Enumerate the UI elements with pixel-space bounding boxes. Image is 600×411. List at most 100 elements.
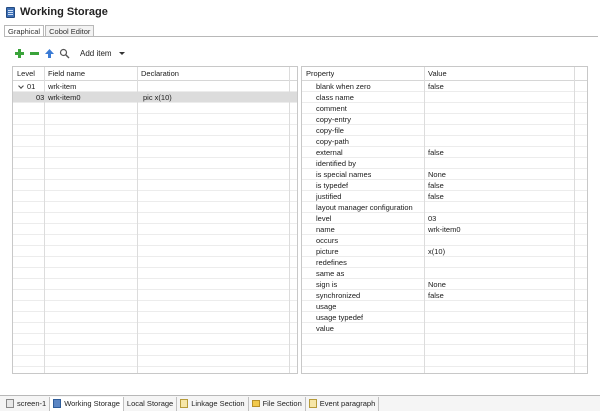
empty-row — [13, 125, 297, 136]
column-header-level[interactable]: Level — [17, 67, 35, 80]
empty-row — [13, 301, 297, 312]
property-name: synchronized — [316, 291, 361, 300]
property-row[interactable]: value — [302, 323, 587, 334]
tab-label: Linkage Section — [191, 399, 245, 408]
property-value[interactable]: false — [428, 147, 444, 157]
property-name: blank when zero — [316, 82, 371, 91]
tab-screen-1[interactable]: screen-1 — [3, 396, 51, 411]
column-divider — [137, 67, 138, 373]
property-value[interactable]: false — [428, 81, 444, 91]
property-name: is typedef — [316, 181, 349, 190]
property-value[interactable]: 03 — [428, 213, 436, 223]
property-name: usage — [316, 302, 337, 311]
move-up-icon[interactable] — [44, 48, 55, 59]
property-value[interactable]: false — [428, 180, 444, 190]
property-name: copy-file — [316, 126, 344, 135]
property-row[interactable]: name wrk-item0 — [302, 224, 587, 235]
tab-label: Event paragraph — [319, 399, 376, 408]
tab-divider — [4, 36, 598, 37]
folder-icon — [251, 400, 260, 407]
column-divider — [44, 67, 45, 373]
empty-row — [13, 180, 297, 191]
add-icon[interactable] — [14, 48, 25, 59]
property-name: sign is — [316, 280, 338, 289]
empty-row — [13, 191, 297, 202]
toolbar: Add item — [14, 46, 125, 60]
table-row[interactable]: 03 wrk-item0 pic x(10) — [13, 92, 297, 103]
property-name: copy-entry — [316, 115, 352, 124]
property-name: layout manager configuration — [316, 203, 413, 212]
property-row[interactable]: comment — [302, 103, 587, 114]
property-row[interactable]: class name — [302, 92, 587, 103]
tab-linkage-section[interactable]: Linkage Section — [177, 396, 249, 411]
empty-row — [13, 136, 297, 147]
empty-row — [13, 367, 297, 373]
paragraph-icon — [308, 399, 317, 408]
tab-local-storage[interactable]: Local Storage — [124, 396, 178, 411]
fields-table-header: Level Field name Declaration — [13, 67, 297, 81]
tab-file-section[interactable]: File Section — [249, 396, 306, 411]
tab-label: screen-1 — [17, 399, 47, 408]
property-value[interactable]: false — [428, 290, 444, 300]
property-row[interactable]: copy-entry — [302, 114, 587, 125]
column-header-field-name[interactable]: Field name — [48, 67, 85, 80]
empty-row — [13, 103, 297, 114]
property-value[interactable]: x(10) — [428, 246, 445, 256]
property-row[interactable]: usage — [302, 301, 587, 312]
empty-row — [13, 257, 297, 268]
property-row[interactable]: usage typedef — [302, 312, 587, 323]
property-name: justified — [316, 192, 342, 201]
chevron-down-icon[interactable] — [118, 51, 125, 55]
linkage-icon — [180, 399, 189, 408]
chevron-down-icon[interactable] — [18, 83, 24, 89]
field-declaration: pic x(10) — [143, 93, 172, 102]
property-name: identified by — [316, 159, 357, 168]
property-row[interactable]: copy-file — [302, 125, 587, 136]
property-name: copy-path — [316, 137, 349, 146]
property-row[interactable]: is typedef false — [302, 180, 587, 191]
empty-row — [13, 202, 297, 213]
property-value[interactable]: None — [428, 279, 446, 289]
empty-row — [302, 356, 587, 367]
property-row[interactable]: occurs — [302, 235, 587, 246]
property-row[interactable]: justified false — [302, 191, 587, 202]
field-level: 01 — [27, 82, 36, 91]
empty-row — [13, 235, 297, 246]
column-header-declaration[interactable]: Declaration — [141, 67, 179, 80]
add-item-button[interactable]: Add item — [80, 49, 112, 58]
property-row[interactable]: level 03 — [302, 213, 587, 224]
tab-label: Local Storage — [126, 399, 174, 408]
page-title: Working Storage — [20, 6, 108, 18]
remove-icon[interactable] — [29, 48, 40, 59]
empty-row — [302, 334, 587, 345]
property-row[interactable]: identified by — [302, 158, 587, 169]
property-row[interactable]: sign is None — [302, 279, 587, 290]
property-value[interactable]: None — [428, 169, 446, 179]
property-row[interactable]: layout manager configuration — [302, 202, 587, 213]
property-name: same as — [316, 269, 345, 278]
property-row[interactable]: same as — [302, 268, 587, 279]
property-name: comment — [316, 104, 347, 113]
property-value[interactable]: false — [428, 191, 444, 201]
property-row[interactable]: copy-path — [302, 136, 587, 147]
table-row[interactable]: 01 wrk-item — [13, 81, 297, 92]
storage-icon — [6, 6, 15, 18]
property-row[interactable]: is special names None — [302, 169, 587, 180]
empty-row — [13, 246, 297, 257]
tab-working-storage[interactable]: Working Storage — [50, 396, 124, 411]
column-divider — [574, 67, 575, 373]
field-name: wrk-item0 — [48, 93, 81, 102]
property-value[interactable]: wrk-item0 — [428, 224, 461, 234]
column-header-value[interactable]: Value — [428, 67, 447, 80]
property-name: occurs — [316, 236, 339, 245]
property-row[interactable]: blank when zero false — [302, 81, 587, 92]
tab-event-paragraph[interactable]: Event paragraph — [306, 396, 380, 411]
empty-row — [13, 323, 297, 334]
column-header-property[interactable]: Property — [306, 67, 334, 80]
find-icon[interactable] — [59, 48, 70, 59]
property-row[interactable]: external false — [302, 147, 587, 158]
property-row[interactable]: redefines — [302, 257, 587, 268]
storage-icon — [53, 399, 62, 408]
property-row[interactable]: picture x(10) — [302, 246, 587, 257]
property-row[interactable]: synchronized false — [302, 290, 587, 301]
